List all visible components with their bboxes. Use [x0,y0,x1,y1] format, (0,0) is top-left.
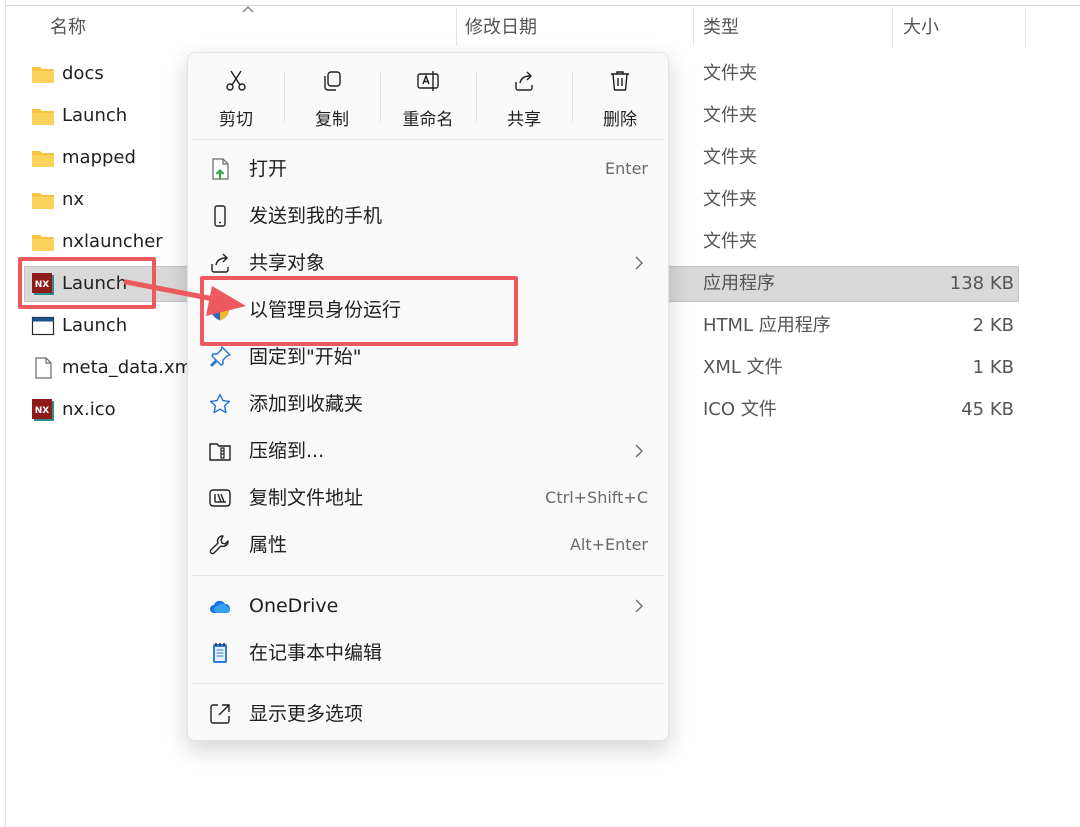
wrench-icon [209,535,229,555]
file-name: nx [62,189,85,210]
menu-item-open[interactable]: 打开 Enter [188,147,668,191]
menu-item-show-more-options[interactable]: 显示更多选项 [188,692,668,736]
folder-icon [32,67,54,83]
menu-item-label: 显示更多选项 [249,703,364,725]
delete-label: 删除 [603,110,637,130]
copy-path-icon [209,489,231,507]
file-name: meta_data.xml [62,357,198,378]
column-separator[interactable] [892,8,893,46]
column-header-name[interactable]: 名称 [50,12,86,44]
rename-icon [417,71,439,91]
menu-item-edit-in-notepad[interactable]: 在记事本中编辑 [188,631,668,675]
copy-label: 复制 [315,110,349,130]
file-name: nxlauncher [62,231,163,252]
delete-button[interactable]: 删除 [572,63,662,137]
file-type: 文件夹 [703,63,757,84]
folder-icon [32,235,54,251]
folder-icon [32,109,54,125]
column-separator[interactable] [456,8,457,46]
window-icon [31,316,55,336]
cut-label: 剪切 [219,110,253,130]
toolbar-divider [6,5,1080,6]
menu-item-properties[interactable]: 属性 Alt+Enter [188,523,668,567]
file-type: 文件夹 [703,147,757,168]
column-header-size[interactable]: 大小 [903,12,939,44]
menu-divider [192,575,664,576]
share-label: 共享 [507,110,541,130]
menu-divider [192,683,664,684]
menu-item-shortcut: Alt+Enter [569,535,648,554]
share-icon [515,71,533,91]
notepad-icon [213,643,227,663]
annotation-highlight-menu-item [200,276,518,346]
document-icon [35,357,52,379]
zip-icon [209,443,231,461]
folder-icon [32,193,54,209]
column-header-date[interactable]: 修改日期 [465,12,537,44]
cloud-icon [210,600,231,613]
phone-icon [214,205,226,227]
menu-item-label: 属性 [249,534,288,556]
sort-ascending-icon[interactable] [241,4,255,14]
scissors-icon [226,70,246,91]
menu-item-label: 复制文件地址 [249,487,364,509]
file-name: Launch [62,105,128,126]
column-header-type[interactable]: 类型 [703,12,739,44]
menu-item-onedrive[interactable]: OneDrive [188,584,668,628]
file-name: nx.ico [62,399,116,420]
menu-item-copy-as-path[interactable]: 复制文件地址 Ctrl+Shift+C [188,476,668,520]
menu-item-send-to-phone[interactable]: 发送到我的手机 [188,194,668,238]
file-name: Launch [62,315,128,336]
rename-label: 重命名 [402,110,454,130]
menu-item-label: 压缩到... [249,440,325,462]
folder-icon [32,151,54,167]
open-icon [212,158,229,180]
more-options-icon [210,704,230,724]
menu-item-add-to-favorites[interactable]: 添加到收藏夹 [188,382,668,426]
nx-app-icon: NX [32,399,54,421]
menu-item-label: 在记事本中编辑 [249,642,383,664]
menu-item-label: OneDrive [249,595,339,617]
copy-button[interactable]: 复制 [284,63,374,137]
chevron-right-icon [635,599,643,613]
chevron-right-icon [635,256,643,270]
file-type: 文件夹 [703,189,757,210]
column-separator[interactable] [1025,8,1026,46]
file-size: 45 KB [961,399,1014,420]
file-type: HTML 应用程序 [703,315,831,336]
file-type: 应用程序 [703,273,775,294]
file-size: 138 KB [949,273,1014,294]
menu-item-label: 添加到收藏夹 [249,393,364,415]
menu-item-label: 打开 [249,158,288,180]
menu-divider [192,139,664,140]
file-type: XML 文件 [703,357,783,378]
file-name: docs [62,63,104,84]
menu-item-shortcut: Ctrl+Shift+C [545,488,648,507]
cut-button[interactable]: 剪切 [188,63,278,137]
annotation-highlight-file [18,257,156,309]
chevron-right-icon [635,444,643,458]
menu-item-label: 发送到我的手机 [249,205,383,227]
copy-icon [324,71,341,91]
file-type: ICO 文件 [703,399,777,420]
context-menu: 剪切 复制 重命名 共享 删除 打开 Enter 发送到我的手机 共享对象 以管… [187,52,669,741]
file-name: mapped [62,147,136,168]
trash-icon [611,71,629,91]
file-size: 1 KB [972,357,1014,378]
menu-item-compress-to[interactable]: 压缩到... [188,429,668,473]
file-type: 文件夹 [703,105,757,126]
file-size: 2 KB [972,315,1014,336]
file-type: 文件夹 [703,231,757,252]
share-icon [211,253,229,273]
rename-button[interactable]: 重命名 [380,63,470,137]
star-icon [209,393,231,414]
column-separator[interactable] [693,8,694,46]
pin-icon [210,346,231,367]
menu-item-shortcut: Enter [605,159,648,178]
share-button[interactable]: 共享 [476,63,566,137]
nx-badge-text: NX [35,406,50,416]
